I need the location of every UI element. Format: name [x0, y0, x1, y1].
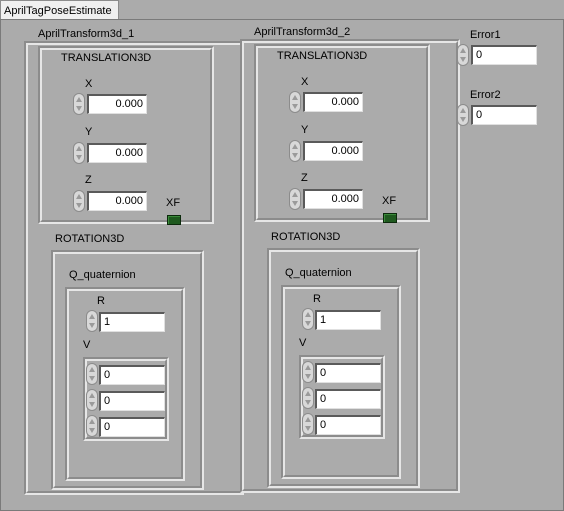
cluster2-z-input[interactable]: 0.000	[303, 189, 363, 209]
error2-label: Error2	[470, 89, 501, 101]
cluster2-x-input[interactable]: 0.000	[303, 92, 363, 112]
cluster2-r-input[interactable]: 1	[315, 310, 381, 330]
cluster1-quaternion-title: Q_quaternion	[69, 269, 136, 281]
window-tab-title[interactable]: AprilTagPoseEstimate	[0, 0, 119, 21]
cluster1-x-input[interactable]: 0.000	[87, 94, 147, 114]
cluster1-xf-led[interactable]	[167, 215, 181, 225]
cluster1-v2-spin[interactable]	[86, 415, 98, 437]
cluster2-r-spin[interactable]	[302, 308, 314, 330]
cluster1-z-spin[interactable]	[73, 190, 85, 212]
cluster2-rotation-title: ROTATION3D	[271, 231, 341, 243]
cluster2-v-label: V	[299, 337, 307, 349]
cluster1-r-input[interactable]: 1	[99, 312, 165, 332]
cluster2-xf-label: XF	[382, 195, 397, 207]
cluster1-r-spin[interactable]	[86, 310, 98, 332]
cluster1-xf-label: XF	[166, 197, 181, 209]
cluster1-x-spin[interactable]	[73, 93, 85, 115]
cluster2-v1-spin[interactable]	[302, 387, 314, 409]
cluster2-v2-input[interactable]: 0	[315, 415, 381, 435]
cluster1-y-input[interactable]: 0.000	[87, 143, 147, 163]
cluster2-v0-input[interactable]: 0	[315, 363, 381, 383]
cluster1-v0-input[interactable]: 0	[99, 365, 165, 385]
error2-input[interactable]: 0	[471, 105, 537, 125]
cluster1-z-input[interactable]: 0.000	[87, 191, 147, 211]
error1-spin[interactable]	[457, 44, 469, 66]
cluster1-title: AprilTransform3d_1	[38, 28, 135, 40]
cluster2-v2-spin[interactable]	[302, 413, 314, 435]
cluster1-v2-input[interactable]: 0	[99, 417, 165, 437]
cluster2-quaternion-title: Q_quaternion	[285, 267, 352, 279]
cluster2-y-label: Y	[301, 124, 309, 136]
cluster1-v0-spin[interactable]	[86, 363, 98, 385]
error2-spin[interactable]	[457, 104, 469, 126]
cluster1-y-spin[interactable]	[73, 142, 85, 164]
cluster1-v1-input[interactable]: 0	[99, 391, 165, 411]
cluster1-y-label: Y	[85, 126, 93, 138]
cluster2-y-spin[interactable]	[289, 140, 301, 162]
cluster1-x-label: X	[85, 78, 93, 90]
error1-label: Error1	[470, 29, 501, 41]
cluster2-x-label: X	[301, 76, 309, 88]
cluster2-z-label: Z	[301, 172, 308, 184]
cluster1-v1-spin[interactable]	[86, 389, 98, 411]
cluster2-v1-input[interactable]: 0	[315, 389, 381, 409]
cluster1-rotation-title: ROTATION3D	[55, 233, 125, 245]
error1-input[interactable]: 0	[471, 45, 537, 65]
cluster2-z-spin[interactable]	[289, 188, 301, 210]
cluster2-v0-spin[interactable]	[302, 361, 314, 383]
cluster1-r-label: R	[97, 295, 105, 307]
cluster2-y-input[interactable]: 0.000	[303, 141, 363, 161]
cluster2-title: AprilTransform3d_2	[254, 26, 351, 38]
cluster1-z-label: Z	[85, 174, 92, 186]
cluster2-x-spin[interactable]	[289, 91, 301, 113]
cluster2-xf-led[interactable]	[383, 213, 397, 223]
cluster2-r-label: R	[313, 293, 321, 305]
cluster1-v-label: V	[83, 339, 91, 351]
